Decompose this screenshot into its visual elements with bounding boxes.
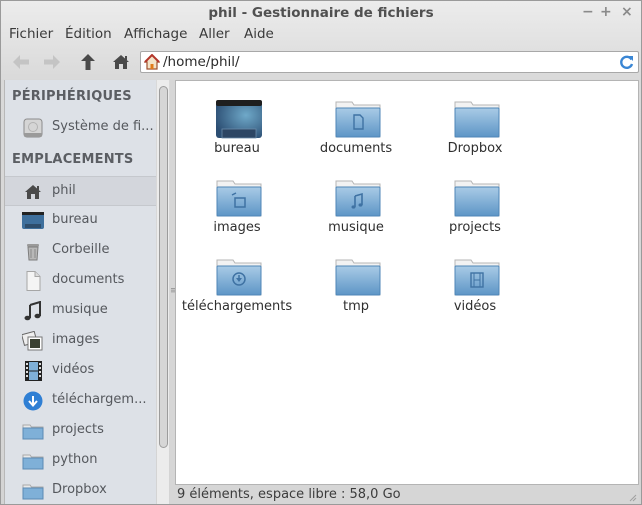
status-text: 9 éléments, espace libre : 58,0 Go (177, 487, 401, 502)
sidebar: PÉRIPHÉRIQUES Système de fi... EMPLACEME… (4, 80, 156, 504)
home-icon (144, 54, 160, 70)
home-icon (113, 55, 129, 69)
file-item-projects[interactable]: projects (415, 178, 535, 250)
minimize-button[interactable]: − (582, 4, 594, 20)
file-item-musique[interactable]: musique (296, 178, 416, 250)
sidebar-item-telechargements[interactable]: téléchargem... (5, 386, 156, 416)
sidebar-item-projects[interactable]: projects (5, 416, 156, 446)
toolbar: /home/phil/ (1, 47, 641, 77)
video-icon (25, 361, 42, 381)
sidebar-item-corbeille[interactable]: Corbeille (5, 236, 156, 266)
folder-icon (454, 101, 500, 138)
folder-music-icon (335, 180, 381, 217)
file-name: projects (449, 220, 501, 235)
places-header: EMPLACEMENTS (12, 152, 134, 167)
sidebar-item-phil[interactable]: phil (5, 176, 156, 206)
menu-aller[interactable]: Aller (199, 26, 230, 42)
arrow-up-icon (81, 54, 95, 70)
back-button[interactable] (9, 51, 33, 73)
folder-icon (22, 484, 44, 500)
sidebar-item-bureau[interactable]: bureau (5, 206, 156, 236)
menu-bar: Fichier Édition Affichage Aller Aide (1, 25, 641, 45)
file-item-videos[interactable]: vidéos (415, 257, 535, 329)
sidebar-item-label: Corbeille (52, 242, 110, 257)
menu-edition[interactable]: Édition (65, 26, 112, 42)
sidebar-item-label: bureau (52, 212, 98, 227)
sidebar-item-label: téléchargem... (52, 392, 147, 407)
menu-aide[interactable]: Aide (244, 26, 274, 42)
folder-icon (454, 180, 500, 217)
file-item-documents[interactable]: documents (296, 99, 416, 171)
home-icon (25, 185, 41, 199)
sidebar-item-label: Dropbox (52, 482, 107, 497)
sidebar-item-videos[interactable]: vidéos (5, 356, 156, 386)
file-name: Dropbox (447, 141, 503, 156)
window-title: phil - Gestionnaire de fichiers (208, 5, 434, 21)
folder-icon (335, 259, 381, 296)
sidebar-item-label: Système de fi... (52, 119, 154, 134)
folder-icon (22, 424, 44, 440)
sidebar-item-images[interactable]: images (5, 326, 156, 356)
image-icon (22, 331, 43, 351)
sidebar-item-dropbox[interactable]: Dropbox (5, 476, 156, 504)
arrow-left-icon (13, 55, 29, 69)
folder-documents-icon (335, 101, 381, 138)
desktop-icon (216, 100, 262, 139)
sidebar-item-musique[interactable]: musique (5, 296, 156, 326)
sidebar-item-label: projects (52, 422, 104, 437)
home-button[interactable] (109, 51, 133, 73)
maximize-button[interactable]: + (600, 4, 612, 20)
devices-header: PÉRIPHÉRIQUES (12, 89, 132, 104)
folder-download-icon (216, 259, 262, 296)
file-item-dropbox[interactable]: Dropbox (415, 99, 535, 171)
sidebar-item-label: python (52, 452, 98, 467)
sidebar-item-filesystem[interactable]: Système de fi... (5, 113, 156, 143)
file-name: vidéos (453, 299, 497, 314)
sidebar-item-label: images (52, 332, 100, 347)
sidebar-item-documents[interactable]: documents (5, 266, 156, 296)
desktop-icon (22, 212, 44, 229)
file-item-bureau[interactable]: bureau (177, 99, 297, 171)
folder-icon (22, 454, 44, 470)
arrow-right-icon (44, 55, 60, 69)
trash-icon (27, 244, 39, 261)
up-button[interactable] (76, 51, 100, 73)
reload-icon[interactable] (619, 54, 635, 70)
sidebar-item-label: documents (52, 272, 125, 287)
file-manager-window: phil - Gestionnaire de fichiers − + × Fi… (0, 0, 642, 505)
file-item-images[interactable]: images (177, 178, 297, 250)
resize-grip-icon[interactable] (629, 494, 637, 502)
menu-affichage[interactable]: Affichage (124, 26, 187, 42)
sidebar-item-label: vidéos (52, 362, 95, 377)
document-icon (26, 271, 41, 291)
folder-pictures-icon (216, 180, 262, 217)
harddisk-icon (23, 118, 43, 138)
download-icon (23, 391, 43, 411)
file-item-telechargements[interactable]: téléchargements (177, 257, 297, 329)
file-view: bureau documents Dropbox images musique … (175, 80, 639, 485)
location-path[interactable]: /home/phil/ (163, 54, 240, 70)
title-bar[interactable]: phil - Gestionnaire de fichiers − + × (1, 1, 641, 25)
file-item-tmp[interactable]: tmp (296, 257, 416, 329)
forward-button[interactable] (40, 51, 64, 73)
music-icon (24, 301, 41, 321)
close-button[interactable]: × (621, 4, 633, 20)
menu-fichier[interactable]: Fichier (9, 26, 53, 42)
status-bar: 9 éléments, espace libre : 58,0 Go (175, 485, 639, 504)
location-bar[interactable]: /home/phil/ (140, 51, 639, 73)
sidebar-item-python[interactable]: python (5, 446, 156, 476)
folder-videos-icon (454, 259, 500, 296)
sidebar-item-label: phil (52, 183, 76, 198)
sidebar-item-label: musique (52, 302, 108, 317)
